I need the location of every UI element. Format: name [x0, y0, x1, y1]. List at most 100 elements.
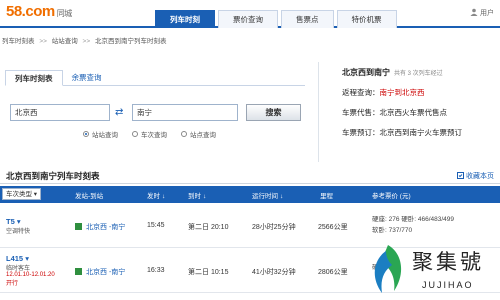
header-duration-label: 运行时间	[252, 193, 278, 200]
route-cell: 北京西 -南宁	[75, 267, 125, 277]
price-line: 软卧: 737/770	[372, 227, 413, 234]
station-icon	[75, 268, 82, 275]
tab-cheap-flights[interactable]: 特价机票	[336, 10, 397, 28]
tab-ticket-outlets[interactable]: 售票点	[281, 10, 334, 28]
tab-schedule-search[interactable]: 列车时刻表	[5, 70, 63, 86]
radio-train-query[interactable]: 车次查询	[132, 129, 167, 139]
sort-depart-header[interactable]: 发时 ↓	[147, 190, 165, 200]
logo-city: 同城	[56, 9, 73, 18]
to-station-input[interactable]: 南宁	[132, 104, 238, 121]
depart-time: 16:33	[147, 267, 165, 274]
section-title: 北京西到南宁列车时刻表	[6, 171, 100, 181]
header-distance: 里程	[320, 193, 333, 200]
header-arrive-label: 到时	[188, 193, 201, 200]
watermark-logo-icon	[374, 245, 402, 293]
run-duration: 41小时32分钟	[252, 269, 296, 276]
train-category: 空调特快	[6, 229, 31, 235]
watermark-subtitle: JUJIHAO	[422, 280, 474, 290]
tab-train-schedule[interactable]: 列车时刻	[155, 10, 215, 28]
breadcrumb-item-current: 北京西到南宁列车时刻表	[94, 38, 167, 45]
tab-remaining-tickets[interactable]: 余票查询	[63, 70, 111, 85]
train-count: 共有 3 次列车经过	[394, 71, 443, 77]
station-icon	[75, 223, 82, 230]
user-menu[interactable]: 用户	[470, 8, 494, 18]
arrive-time: 第二日 10:15	[188, 269, 229, 276]
train-number-link[interactable]: L415 ▾	[6, 254, 55, 263]
route-info-panel: 北京西到南宁 共有 3 次列车经过 返程查询：南宁到北京西 车票代售：北京西火车票…	[342, 67, 497, 138]
distance: 2566公里	[318, 224, 348, 231]
return-query-link[interactable]: 南宁到北京西	[380, 88, 425, 97]
ticket-agent-link[interactable]: 北京西火车票代售点	[380, 108, 448, 117]
breadcrumb-separator: >>	[82, 38, 91, 45]
radio-station-query[interactable]: 站站查询	[83, 129, 118, 139]
query-mode-radios: 站站查询 车次查询 站点查询	[83, 129, 216, 139]
sort-arrive-header[interactable]: 到时 ↓	[188, 190, 206, 200]
ticket-agent-row: 车票代售：北京西火车票代售点	[342, 107, 497, 118]
route-cell: 北京西 -南宁	[75, 222, 125, 232]
radio-label: 站站查询	[92, 132, 118, 139]
site-watermark: 聚集號 JUJIHAO	[362, 240, 500, 300]
breadcrumb: 列车时刻表 >> 站站查询 >> 北京西到南宁列车时刻表	[2, 35, 166, 45]
header-price: 参考票价 (元)	[372, 193, 411, 200]
run-duration: 28小时25分钟	[252, 224, 296, 231]
from-station-input[interactable]: 北京西	[10, 104, 110, 121]
train-category: 临时客车	[6, 266, 31, 272]
price-cell: 硬座: 276 硬卧: 466/483/499 软卧: 737/770	[372, 214, 454, 236]
chevron-down-icon: ▾	[25, 254, 29, 263]
bookmark-page-link[interactable]: 收藏本页	[457, 171, 494, 181]
tab-price-query[interactable]: 票价查询	[218, 10, 278, 28]
search-tabs: 列车时刻表 余票查询	[5, 70, 305, 86]
train-type-select[interactable]: 车次类型 ▾	[2, 188, 42, 200]
radio-dot	[181, 131, 187, 137]
ticket-booking-row: 车票预订：北京西到南宁火车票预订	[342, 127, 497, 138]
site-logo[interactable]: 58.com 同城	[6, 3, 72, 20]
sort-arrow-icon: ↓	[203, 193, 207, 200]
radio-dot-checked	[83, 131, 89, 137]
top-header: 58.com 同城 列车时刻 票价查询 售票点 特价机票 用户	[0, 0, 500, 28]
train-number: L415	[6, 254, 24, 263]
chevron-down-icon: ▾	[16, 217, 21, 226]
depart-time: 15:45	[147, 222, 165, 229]
sort-duration-header[interactable]: 运行时间 ↓	[252, 190, 283, 200]
train-info: T5 ▾ 空调特快	[6, 217, 30, 235]
route-title: 北京西到南宁	[342, 68, 390, 77]
train-number: T5	[6, 217, 15, 226]
run-dates-note: 开行	[6, 281, 19, 287]
watermark-title: 聚集號	[412, 250, 484, 274]
logo-text: 58.com	[6, 3, 55, 20]
breadcrumb-item-schedule[interactable]: 列车时刻表	[2, 38, 35, 45]
radio-label: 站点查询	[190, 132, 216, 139]
bookmark-icon	[457, 172, 465, 179]
panel-divider	[318, 62, 319, 162]
route-info-title: 北京西到南宁 共有 3 次列车经过	[342, 67, 497, 78]
route-link[interactable]: 北京西 -南宁	[86, 269, 125, 276]
chevron-down-icon: ▾	[32, 191, 38, 198]
main-nav: 列车时刻 票价查询 售票点 特价机票	[155, 10, 400, 28]
swap-stations-icon[interactable]: ⇄	[115, 107, 123, 118]
route-link[interactable]: 北京西 -南宁	[86, 224, 125, 231]
sort-arrow-icon: ↓	[280, 193, 284, 200]
info-label: 车票预订：	[342, 128, 380, 137]
radio-dot	[132, 131, 138, 137]
schedule-section-header: 北京西到南宁列车时刻表 收藏本页	[0, 168, 500, 184]
bookmark-label: 收藏本页	[466, 173, 494, 180]
train-number-link[interactable]: T5 ▾	[6, 217, 30, 226]
search-button[interactable]: 搜索	[246, 104, 301, 121]
return-query-row: 返程查询：南宁到北京西	[342, 87, 497, 98]
header-station: 发站-到站	[75, 193, 104, 200]
table-header: 车次类型 ▾ 发站-到站 发时 ↓ 到时 ↓ 运行时间 ↓ 里程 参考票价 (元)	[0, 186, 500, 203]
radio-stop-query[interactable]: 站点查询	[181, 129, 216, 139]
user-icon	[470, 8, 478, 16]
breadcrumb-separator: >>	[39, 38, 47, 45]
breadcrumb-item-station-query[interactable]: 站站查询	[52, 38, 78, 45]
header-depart-label: 发时	[147, 193, 160, 200]
arrive-time: 第二日 20:10	[188, 224, 229, 231]
price-line: 硬座: 276 硬卧: 466/483/499	[372, 216, 455, 223]
train-info: L415 ▾ 临时客车 12.01.10-12.01.20 开行	[6, 254, 55, 287]
search-panel: 列车时刻表 余票查询 北京西 ⇄ 南宁 搜索 站站查询 车次查询 站点查询	[5, 70, 305, 142]
distance: 2806公里	[318, 269, 348, 276]
info-label: 返程查询：	[342, 88, 380, 97]
ticket-booking-link[interactable]: 北京西到南宁火车票预订	[380, 128, 463, 137]
sort-arrow-icon: ↓	[162, 193, 166, 200]
radio-label: 车次查询	[141, 132, 167, 139]
